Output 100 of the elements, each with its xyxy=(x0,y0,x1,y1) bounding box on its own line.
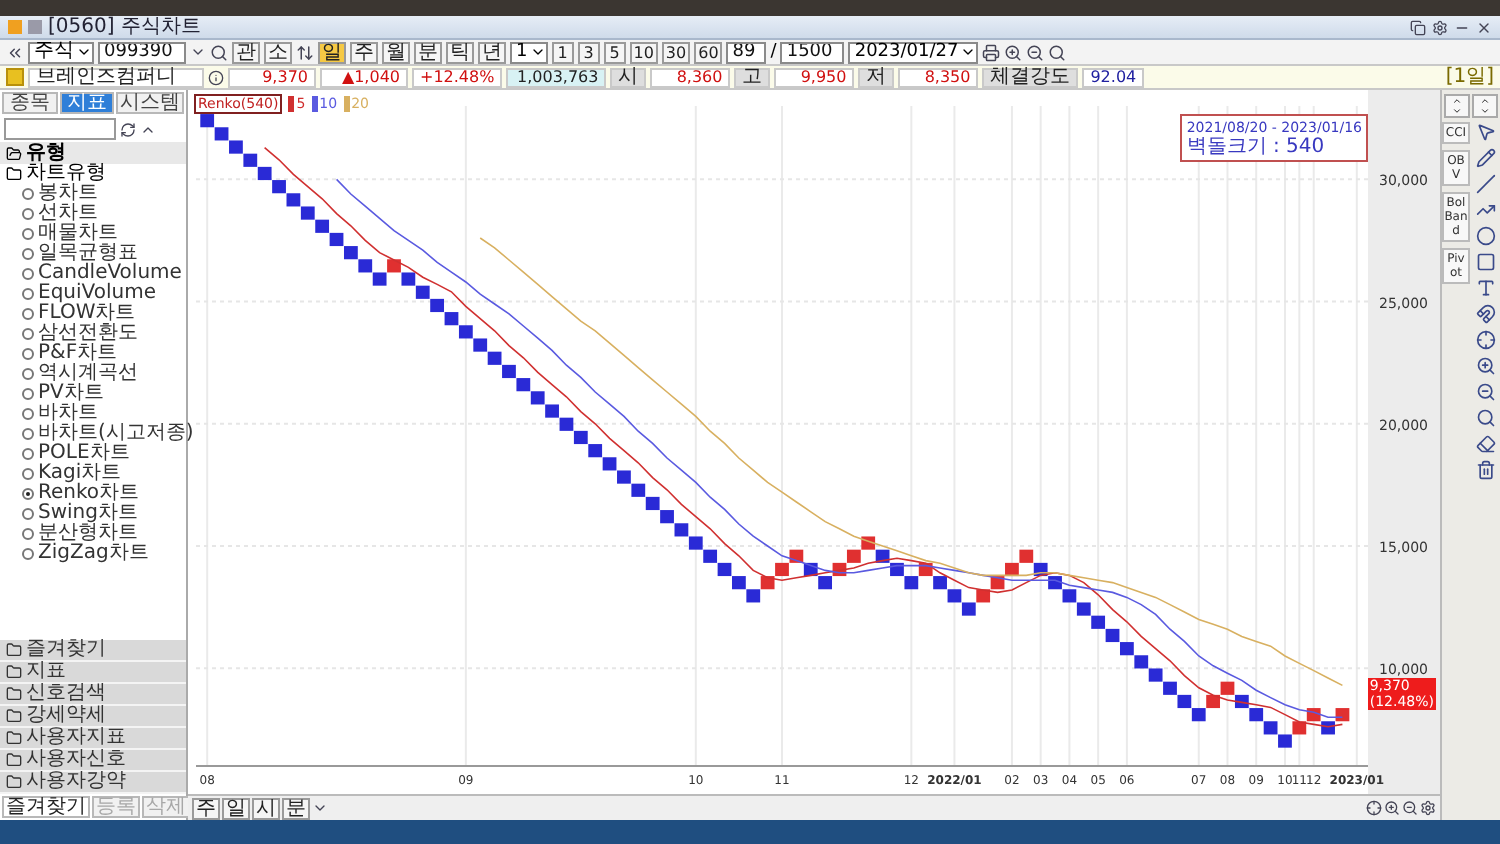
market-dropdown[interactable]: 주식 xyxy=(28,41,94,63)
count-field[interactable]: 89 xyxy=(726,41,767,63)
search-icon[interactable] xyxy=(1476,408,1496,428)
info-icon[interactable] xyxy=(208,69,224,85)
sidebar-tab[interactable]: 지표 xyxy=(59,92,114,114)
magnet-icon[interactable] xyxy=(1476,304,1496,324)
up-down-icon[interactable] xyxy=(296,43,314,61)
sidebar-tab[interactable]: 시스템 xyxy=(116,92,184,114)
folder-item[interactable]: 신호검색 xyxy=(0,684,186,706)
chart-type-label[interactable]: Renko차트 xyxy=(38,484,140,504)
chart-type-label[interactable]: 일목균형표 xyxy=(38,244,138,264)
toolbar-button[interactable]: 소 xyxy=(264,41,292,63)
chart-type-label[interactable]: POLE차트 xyxy=(38,444,130,464)
interval-button[interactable]: 5 xyxy=(603,41,626,63)
radio-button[interactable] xyxy=(22,288,34,300)
folder-item[interactable]: 사용자강약 xyxy=(0,772,186,794)
stock-code-field[interactable]: 099390 xyxy=(98,41,186,63)
stock-name-field[interactable]: 브레인즈컴퍼니 xyxy=(28,67,204,87)
trash-icon[interactable] xyxy=(1476,460,1496,480)
toolbar-button[interactable]: 관 xyxy=(232,41,260,63)
interval-button[interactable]: 1 xyxy=(551,41,574,63)
circle-icon[interactable] xyxy=(1476,226,1496,246)
period-tab[interactable]: 틱 xyxy=(446,41,474,63)
search-field[interactable] xyxy=(4,118,116,140)
text-icon[interactable] xyxy=(1476,278,1496,298)
chart-type-label[interactable]: EquiVolume xyxy=(38,284,156,304)
tree-group[interactable]: 유형 xyxy=(0,142,186,164)
period-tab[interactable]: 년 xyxy=(478,41,506,63)
chart-type-label[interactable]: FLOW차트 xyxy=(38,304,136,324)
chart-type-label[interactable]: 매물차트 xyxy=(38,224,118,244)
radio-button[interactable] xyxy=(22,228,34,240)
interval-button[interactable]: 60 xyxy=(694,41,723,63)
rectangle-icon[interactable] xyxy=(1476,252,1496,272)
rewind-icon[interactable] xyxy=(6,43,24,61)
radio-button[interactable] xyxy=(22,308,34,320)
search-icon[interactable] xyxy=(1048,43,1067,61)
chart-type-label[interactable]: ZigZag차트 xyxy=(38,544,149,564)
radio-button[interactable] xyxy=(22,408,34,420)
period-tab[interactable]: 일 xyxy=(318,41,346,63)
caret-icon[interactable] xyxy=(312,800,328,816)
radio-button[interactable] xyxy=(22,548,34,560)
caret-icon[interactable] xyxy=(76,44,92,60)
interval-dropdown[interactable]: 1 xyxy=(510,41,548,63)
date-dropdown[interactable]: 2023/01/27 xyxy=(848,41,979,63)
zoom-in-icon[interactable] xyxy=(1476,356,1496,376)
chart-type-label[interactable]: 선차트 xyxy=(38,204,98,224)
close-icon[interactable] xyxy=(1476,19,1492,35)
settings-icon[interactable] xyxy=(1432,19,1448,35)
radio-button[interactable] xyxy=(22,428,34,440)
radio-button[interactable] xyxy=(22,388,34,400)
pencil-icon[interactable] xyxy=(1476,148,1496,168)
radio-button[interactable] xyxy=(22,448,34,460)
radio-button[interactable] xyxy=(22,468,34,480)
radio-button[interactable] xyxy=(22,368,34,380)
radio-button[interactable] xyxy=(22,328,34,340)
caret-icon[interactable] xyxy=(190,44,206,60)
refresh-icon[interactable] xyxy=(120,121,136,137)
tree-category[interactable]: 차트유형 xyxy=(0,164,186,184)
interval-button[interactable]: 3 xyxy=(577,41,600,63)
scale-button[interactable]: 시 xyxy=(252,797,280,819)
radio-button[interactable] xyxy=(22,248,34,260)
radio-button[interactable] xyxy=(22,268,34,280)
line-icon[interactable] xyxy=(1476,174,1496,194)
bottom-tab[interactable]: 즐겨찾기 xyxy=(2,796,90,818)
zoom-in-icon[interactable] xyxy=(1384,800,1400,816)
chart-type-label[interactable]: CandleVolume xyxy=(38,264,182,284)
period-tab[interactable]: 주 xyxy=(350,41,378,63)
pointer-icon[interactable] xyxy=(1476,122,1496,142)
chart-type-label[interactable]: 바차트(시고저종) xyxy=(38,424,194,444)
chart-type-label[interactable]: 역시계곡선 xyxy=(38,364,138,384)
chart-type-label[interactable]: P&F차트 xyxy=(38,344,118,364)
scale-button[interactable]: 주 xyxy=(192,797,220,819)
radio-button[interactable] xyxy=(22,528,34,540)
folder-item[interactable]: 강세약세 xyxy=(0,706,186,728)
search-icon[interactable] xyxy=(210,43,228,61)
printer-icon[interactable] xyxy=(982,43,1001,61)
radio-button[interactable] xyxy=(22,508,34,520)
caret-icon[interactable] xyxy=(529,44,546,60)
trend-line-icon[interactable] xyxy=(1476,200,1496,220)
zoom-in-icon[interactable] xyxy=(1004,43,1023,61)
chart-type-label[interactable]: 삼선전환도 xyxy=(38,324,138,344)
chart-type-label[interactable]: 바차트 xyxy=(38,404,98,424)
zoom-out-icon[interactable] xyxy=(1026,43,1045,61)
chart-type-label[interactable]: PV차트 xyxy=(38,384,104,404)
interval-button[interactable]: 10 xyxy=(629,41,658,63)
crosshair-icon[interactable] xyxy=(1476,330,1496,350)
radio-button[interactable] xyxy=(22,488,34,500)
chart-type-label[interactable]: 봉차트 xyxy=(38,184,98,204)
radio-button[interactable] xyxy=(22,348,34,360)
period-tab[interactable]: 분 xyxy=(414,41,442,63)
folder-item[interactable]: 사용자신호 xyxy=(0,750,186,772)
interval-button[interactable]: 30 xyxy=(661,41,691,63)
period-tab[interactable]: 월 xyxy=(382,41,410,63)
zoom-out-icon[interactable] xyxy=(1476,382,1496,402)
folder-item[interactable]: 사용자지표 xyxy=(0,728,186,750)
caret-icon[interactable] xyxy=(960,44,977,60)
folder-item[interactable]: 즐겨찾기 xyxy=(0,640,186,662)
scale-button[interactable]: 분 xyxy=(282,797,310,819)
radio-button[interactable] xyxy=(22,208,34,220)
scale-button[interactable]: 일 xyxy=(222,797,250,819)
